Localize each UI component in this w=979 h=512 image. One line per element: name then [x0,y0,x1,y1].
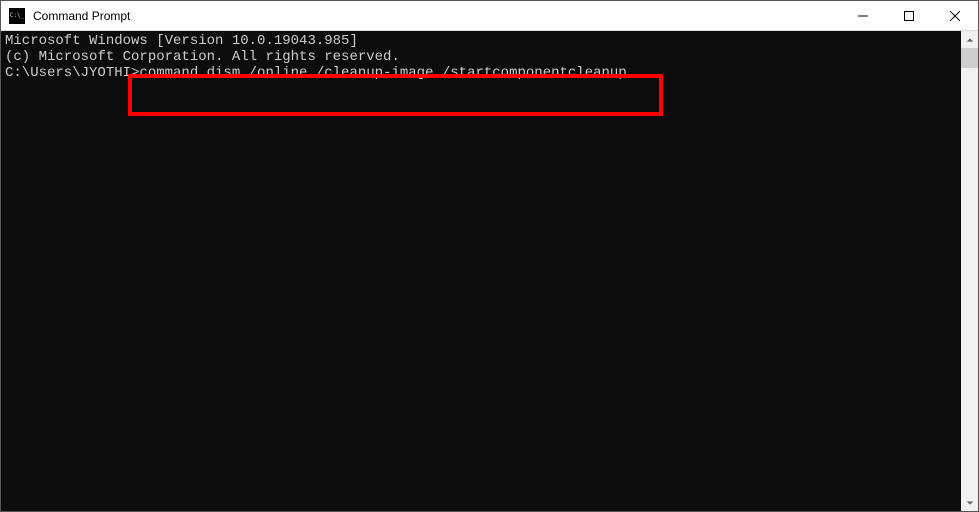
console[interactable]: Microsoft Windows [Version 10.0.19043.98… [1,31,961,511]
scroll-down-button[interactable] [961,494,978,511]
vertical-scrollbar[interactable] [961,31,978,511]
window-title: Command Prompt [33,9,840,23]
maximize-icon [904,11,914,21]
close-button[interactable] [932,1,978,30]
scroll-up-button[interactable] [961,31,978,48]
console-prompt-line: C:\Users\JYOTHI>command dism /online /cl… [5,65,957,81]
prompt-path: C:\Users\JYOTHI> [5,65,139,81]
minimize-icon [858,11,868,21]
console-area: Microsoft Windows [Version 10.0.19043.98… [1,31,978,511]
window-controls [840,1,978,30]
prompt-command: command dism /online /cleanup-image /sta… [139,65,626,81]
scrollbar-thumb[interactable] [961,48,978,68]
chevron-up-icon [966,36,974,44]
console-line-version: Microsoft Windows [Version 10.0.19043.98… [5,33,957,49]
close-icon [950,11,960,21]
command-prompt-window: Command Prompt Microsoft Windows [Versio… [0,0,979,512]
console-line-copyright: (c) Microsoft Corporation. All rights re… [5,49,957,65]
cmd-icon [9,8,25,24]
minimize-button[interactable] [840,1,886,30]
scrollbar-track[interactable] [961,48,978,494]
chevron-down-icon [966,499,974,507]
maximize-button[interactable] [886,1,932,30]
titlebar[interactable]: Command Prompt [1,1,978,31]
